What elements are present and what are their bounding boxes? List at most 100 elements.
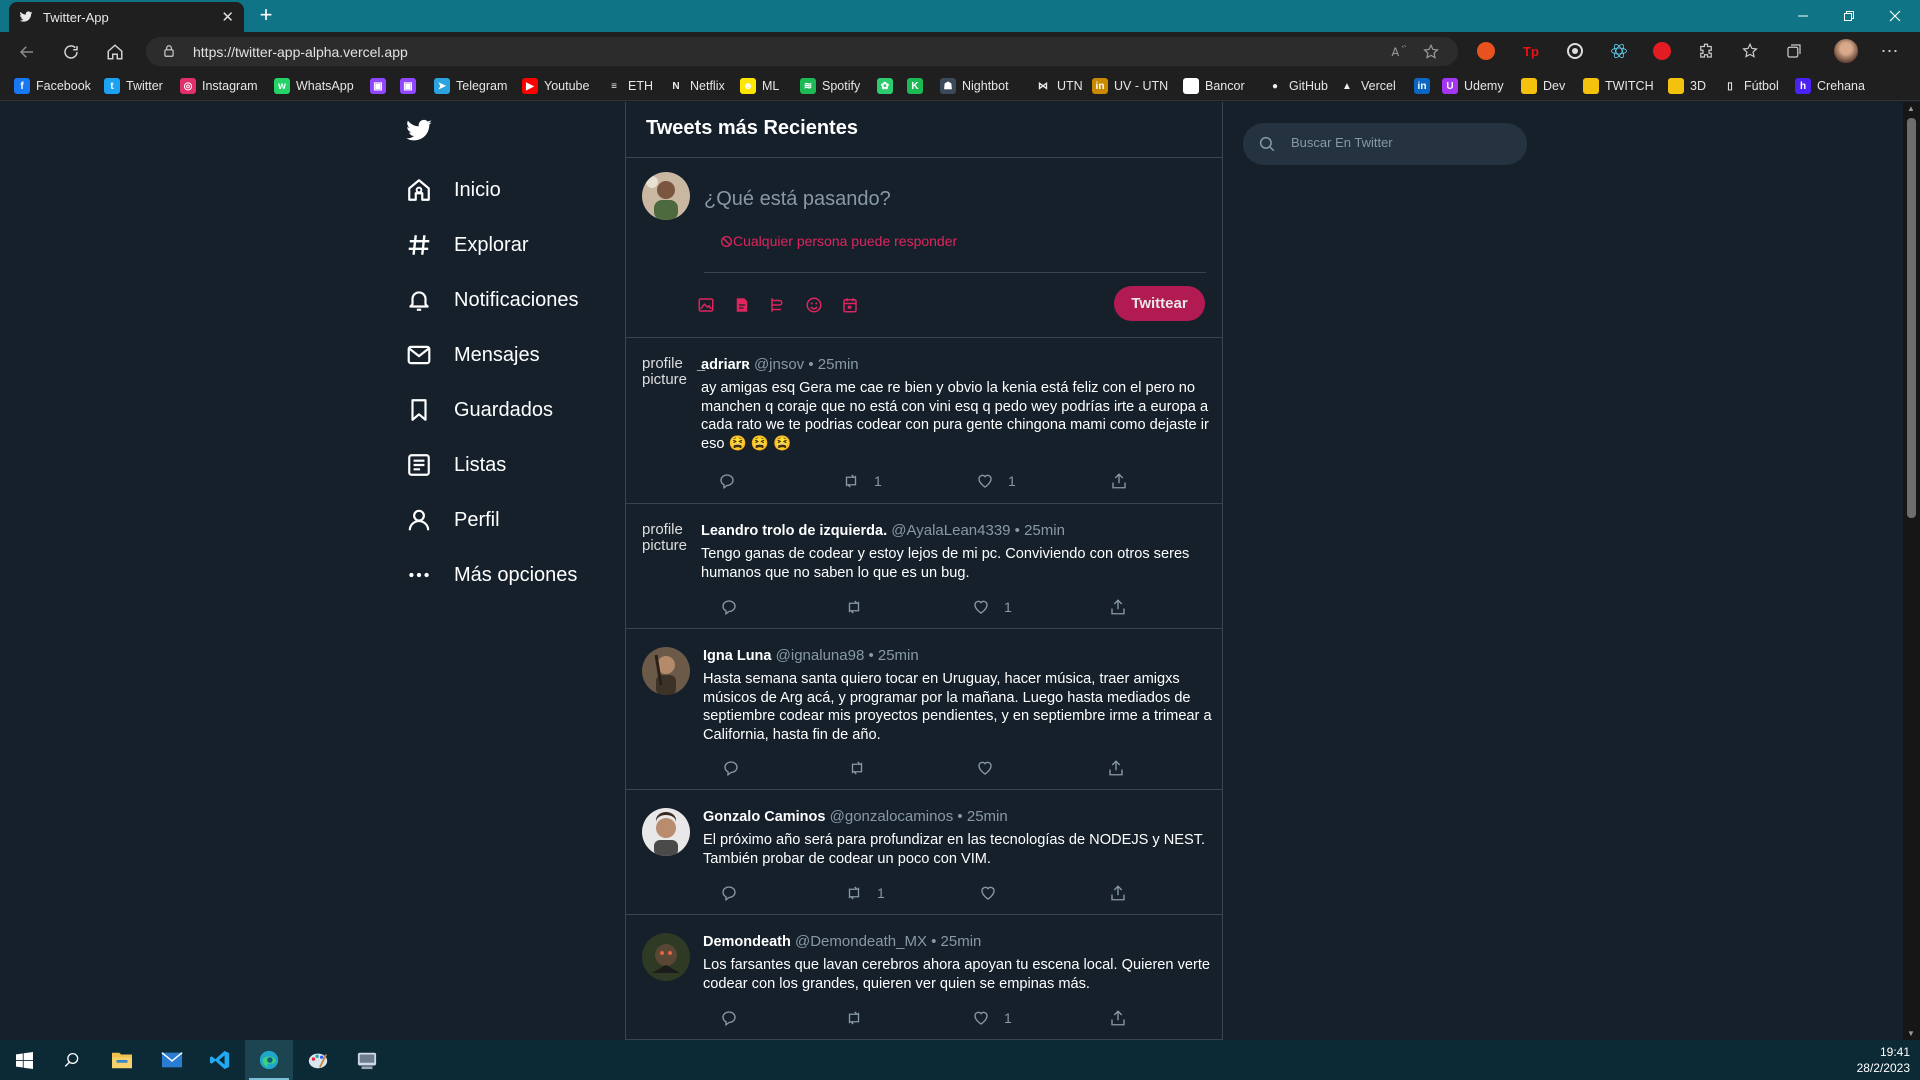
composer-avatar[interactable]: [642, 172, 690, 220]
new-tab-button[interactable]: +: [254, 4, 278, 28]
tweet-button[interactable]: Twittear: [1114, 286, 1205, 321]
reply-icon[interactable]: [718, 472, 736, 490]
page-scrollbar[interactable]: ▲ ▼: [1903, 102, 1920, 1040]
bookmark-twitter[interactable]: t Twitter: [104, 76, 163, 96]
like-button[interactable]: [979, 884, 1011, 902]
tweet-author-name[interactable]: Leandro trolo de izquierda.: [701, 523, 887, 539]
retweet-button[interactable]: [845, 598, 877, 616]
home-browser-icon[interactable]: [102, 39, 128, 65]
broken-avatar-image[interactable]: profile picture: [642, 356, 690, 406]
like-button[interactable]: 1: [972, 1009, 1012, 1027]
bookmark-eth[interactable]: ≡ ETH: [606, 76, 653, 96]
nav-item-mas-opciones[interactable]: Más opciones: [405, 555, 577, 595]
refresh-icon[interactable]: [58, 39, 84, 65]
bookmark-facebook[interactable]: f Facebook: [14, 76, 91, 96]
address-bar[interactable]: https://twitter-app-alpha.vercel.app A: [146, 37, 1458, 66]
tweet-author-name[interactable]: Igna Luna: [703, 648, 771, 664]
nav-item-inicio[interactable]: Inicio: [405, 170, 501, 210]
profile-avatar[interactable]: [1834, 39, 1858, 63]
broken-avatar-image[interactable]: profile picture: [642, 522, 690, 572]
scrollbar-thumb[interactable]: [1907, 118, 1916, 518]
bookmark-app-4[interactable]: ▣: [370, 76, 392, 96]
bookmark-app-5[interactable]: ▣: [400, 76, 422, 96]
bookmark-spotify[interactable]: ≋ Spotify: [800, 76, 860, 96]
extension-react-icon[interactable]: [1609, 41, 1629, 61]
favorites-icon[interactable]: [1740, 41, 1760, 61]
share-icon[interactable]: [1109, 1009, 1127, 1027]
tweet-avatar[interactable]: [642, 933, 690, 981]
browser-tab[interactable]: Twitter-App ✕: [9, 2, 244, 32]
bookmark-app-12[interactable]: ✿: [877, 76, 899, 96]
share-icon[interactable]: [1109, 598, 1127, 616]
bookmark-vercel[interactable]: ▲ Vercel: [1339, 76, 1396, 96]
image-icon[interactable]: [695, 294, 717, 316]
bookmark-nightbot[interactable]: ☗ Nightbot: [940, 76, 1009, 96]
nav-item-perfil[interactable]: Perfil: [405, 500, 500, 540]
tweet-item[interactable]: Igna Luna @ignaluna98 • 25min Hasta sema…: [626, 629, 1222, 790]
edge-browser-icon[interactable]: [245, 1040, 293, 1080]
bookmark-uv-utn[interactable]: in UV - UTN: [1092, 76, 1168, 96]
retweet-button[interactable]: 1: [842, 472, 882, 490]
collections-icon[interactable]: [1784, 41, 1804, 61]
nav-item-mensajes[interactable]: Mensajes: [405, 335, 540, 375]
compose-input[interactable]: [704, 188, 1184, 211]
share-icon[interactable]: [1109, 884, 1127, 902]
reply-icon[interactable]: [720, 884, 738, 902]
nav-item-notificaciones[interactable]: Notificaciones: [405, 280, 579, 320]
search-input[interactable]: [1291, 135, 1511, 150]
bookmark-twitch[interactable]: TWITCH: [1583, 76, 1654, 96]
tweet-author-name[interactable]: Demondeath: [703, 934, 791, 950]
mail-app-icon[interactable]: [148, 1040, 196, 1080]
nav-item-explorar[interactable]: Explorar: [405, 225, 528, 265]
share-icon[interactable]: [1110, 472, 1128, 490]
extension-red-icon[interactable]: [1652, 41, 1672, 61]
search-box[interactable]: [1243, 123, 1527, 165]
bookmark-app-13[interactable]: K: [907, 76, 929, 96]
nav-item-listas[interactable]: Listas: [405, 445, 506, 485]
bookmark-netflix[interactable]: N Netflix: [668, 76, 725, 96]
bookmark-telegram[interactable]: ➤ Telegram: [434, 76, 507, 96]
bookmark-whatsapp[interactable]: w WhatsApp: [274, 76, 354, 96]
tweet-item[interactable]: profile picture ̲adriarʀ @jnsov • 25min …: [626, 338, 1222, 504]
restore-icon[interactable]: [1826, 0, 1872, 32]
tweet-author-name[interactable]: ̲adriarʀ: [701, 357, 750, 373]
paint-app-icon[interactable]: [294, 1040, 342, 1080]
like-button[interactable]: 1: [976, 472, 1016, 490]
reply-icon[interactable]: [720, 1009, 738, 1027]
bookmark-github[interactable]: ● GitHub: [1267, 76, 1328, 96]
tweet-author-name[interactable]: Gonzalo Caminos: [703, 809, 825, 825]
bookmark-instagram[interactable]: ◎ Instagram: [180, 76, 258, 96]
bookmark-f-tbol[interactable]: ▯ Fútbol: [1722, 76, 1779, 96]
extension-orange-icon[interactable]: [1476, 41, 1496, 61]
tweet-item[interactable]: Gonzalo Caminos @gonzalocaminos • 25min …: [626, 790, 1222, 915]
tweet-avatar[interactable]: [642, 647, 690, 695]
bookmark-udemy[interactable]: U Udemy: [1442, 76, 1504, 96]
more-menu-icon[interactable]: ⋯: [1880, 41, 1900, 61]
tab-close-icon[interactable]: ✕: [221, 8, 234, 26]
reply-setting[interactable]: Cualquier persona puede responder: [720, 233, 957, 249]
back-icon[interactable]: [14, 39, 40, 65]
system-clock[interactable]: 19:41 28/2/2023: [1857, 1044, 1910, 1076]
retweet-button[interactable]: 1: [845, 884, 885, 902]
extensions-puzzle-icon[interactable]: [1696, 41, 1716, 61]
like-button[interactable]: [976, 759, 1008, 777]
minimize-icon[interactable]: [1780, 0, 1826, 32]
bookmark-dev[interactable]: Dev: [1521, 76, 1565, 96]
read-aloud-icon[interactable]: A: [1390, 43, 1408, 61]
close-window-icon[interactable]: [1872, 0, 1918, 32]
bookmark-bancor[interactable]: ◉ Bancor: [1183, 76, 1245, 96]
scroll-down-icon[interactable]: ▼: [1907, 1029, 1915, 1038]
taskbar-search-icon[interactable]: [48, 1040, 96, 1080]
schedule-icon[interactable]: [839, 294, 861, 316]
add-favorite-icon[interactable]: [1422, 43, 1440, 61]
windows-start-icon[interactable]: [0, 1040, 48, 1080]
tweet-item[interactable]: profile picture Leandro trolo de izquier…: [626, 504, 1222, 629]
extension-target-icon[interactable]: [1565, 41, 1585, 61]
emoji-icon[interactable]: [803, 294, 825, 316]
poll-icon[interactable]: [767, 294, 789, 316]
bookmark-utn[interactable]: ⋈ UTN: [1035, 76, 1083, 96]
tweet-item[interactable]: Demondeath @Demondeath_MX • 25min Los fa…: [626, 915, 1222, 1040]
twitter-logo-icon[interactable]: [405, 117, 433, 145]
retweet-button[interactable]: [845, 1009, 877, 1027]
extension-tp-icon[interactable]: Tp: [1521, 41, 1541, 61]
